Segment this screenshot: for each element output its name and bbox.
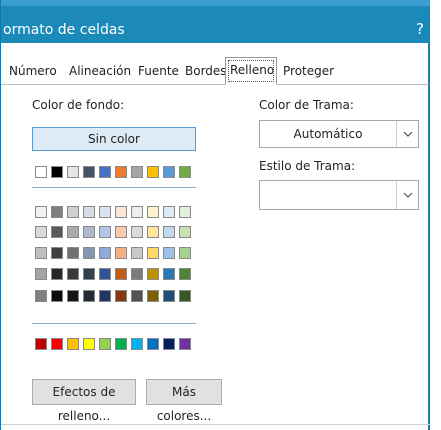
tab-fuente[interactable]: Fuente bbox=[134, 60, 183, 82]
theme-color-swatch-5[interactable] bbox=[115, 166, 127, 178]
theme-color-swatch-2[interactable] bbox=[67, 166, 79, 178]
theme-shade-swatch-r1-8[interactable] bbox=[163, 226, 175, 238]
standard-color-swatch-8[interactable] bbox=[163, 338, 175, 350]
theme-shade-swatch-r1-9[interactable] bbox=[179, 226, 191, 238]
theme-shade-swatch-r1-3[interactable] bbox=[83, 226, 95, 238]
theme-shade-swatch-r4-0[interactable] bbox=[35, 290, 47, 302]
title-bar-strip bbox=[1, 0, 430, 6]
pattern-style-dropdown[interactable] bbox=[259, 180, 419, 210]
theme-shade-swatch-r2-9[interactable] bbox=[179, 247, 191, 259]
theme-color-swatch-1[interactable] bbox=[51, 166, 63, 178]
theme-shade-swatch-r1-4[interactable] bbox=[99, 226, 111, 238]
tab-numero[interactable]: Número bbox=[5, 60, 61, 82]
theme-shade-swatch-r0-1[interactable] bbox=[51, 206, 63, 218]
pattern-color-value: Automático bbox=[293, 127, 363, 141]
theme-shade-swatch-r0-0[interactable] bbox=[35, 206, 47, 218]
chevron-down-icon[interactable] bbox=[396, 181, 418, 209]
pattern-color-label: Color de Trama: bbox=[259, 98, 354, 112]
palette-divider-top bbox=[32, 187, 196, 188]
theme-shade-swatch-r3-0[interactable] bbox=[35, 268, 47, 280]
theme-shade-swatch-r2-0[interactable] bbox=[35, 247, 47, 259]
theme-shade-swatch-r1-5[interactable] bbox=[115, 226, 127, 238]
theme-color-swatch-4[interactable] bbox=[99, 166, 111, 178]
theme-shade-swatch-r0-7[interactable] bbox=[147, 206, 159, 218]
no-color-button[interactable]: Sin color bbox=[32, 127, 196, 151]
theme-color-swatch-0[interactable] bbox=[35, 166, 47, 178]
theme-shade-swatch-r2-1[interactable] bbox=[51, 247, 63, 259]
theme-shade-swatch-r3-4[interactable] bbox=[99, 268, 111, 280]
theme-shade-swatch-r3-5[interactable] bbox=[115, 268, 127, 280]
standard-color-swatch-4[interactable] bbox=[99, 338, 111, 350]
pattern-style-label: Estilo de Trama: bbox=[259, 159, 356, 173]
chevron-down-icon[interactable] bbox=[396, 121, 418, 147]
theme-shade-swatch-r4-9[interactable] bbox=[179, 290, 191, 302]
theme-shade-swatch-r0-6[interactable] bbox=[131, 206, 143, 218]
theme-color-swatch-9[interactable] bbox=[179, 166, 191, 178]
theme-shade-swatch-r1-2[interactable] bbox=[67, 226, 79, 238]
theme-shade-swatch-r0-3[interactable] bbox=[83, 206, 95, 218]
tab-relleno[interactable]: Relleno bbox=[225, 57, 277, 85]
theme-shade-swatch-r0-2[interactable] bbox=[67, 206, 79, 218]
palette-divider-bottom bbox=[32, 323, 196, 324]
theme-shade-swatch-r2-4[interactable] bbox=[99, 247, 111, 259]
standard-color-swatch-7[interactable] bbox=[147, 338, 159, 350]
theme-shade-swatch-r0-9[interactable] bbox=[179, 206, 191, 218]
theme-shade-swatch-r4-6[interactable] bbox=[131, 290, 143, 302]
theme-color-swatch-6[interactable] bbox=[131, 166, 143, 178]
theme-shade-swatch-r4-2[interactable] bbox=[67, 290, 79, 302]
theme-shade-swatch-r2-8[interactable] bbox=[163, 247, 175, 259]
standard-color-swatch-5[interactable] bbox=[115, 338, 127, 350]
theme-shade-swatch-r0-8[interactable] bbox=[163, 206, 175, 218]
tab-strip: Número Alineación Fuente Bordes Relleno … bbox=[1, 57, 429, 85]
standard-color-swatch-9[interactable] bbox=[179, 338, 191, 350]
theme-shade-swatch-r3-8[interactable] bbox=[163, 268, 175, 280]
help-button[interactable]: ? bbox=[416, 20, 424, 38]
theme-shade-swatch-r0-4[interactable] bbox=[99, 206, 111, 218]
theme-shade-swatch-r3-9[interactable] bbox=[179, 268, 191, 280]
theme-shade-swatch-r4-4[interactable] bbox=[99, 290, 111, 302]
theme-shade-swatch-r3-3[interactable] bbox=[83, 268, 95, 280]
theme-shade-swatch-r4-5[interactable] bbox=[115, 290, 127, 302]
theme-shade-swatch-r2-2[interactable] bbox=[67, 247, 79, 259]
fill-effects-button[interactable]: Efectos de relleno... bbox=[32, 379, 136, 423]
theme-color-swatch-8[interactable] bbox=[163, 166, 175, 178]
standard-color-swatch-1[interactable] bbox=[51, 338, 63, 350]
theme-shade-swatch-r3-6[interactable] bbox=[131, 268, 143, 280]
theme-shade-swatch-r4-8[interactable] bbox=[163, 290, 175, 302]
dialog-bottom-edge bbox=[1, 424, 431, 425]
background-color-label: Color de fondo: bbox=[32, 98, 125, 112]
format-cells-dialog: ormato de celdas ? Número Alineación Fue… bbox=[0, 0, 431, 430]
theme-shade-swatch-r0-5[interactable] bbox=[115, 206, 127, 218]
theme-shade-swatch-r2-6[interactable] bbox=[131, 247, 143, 259]
theme-shade-swatch-r1-1[interactable] bbox=[51, 226, 63, 238]
theme-shade-swatch-r4-3[interactable] bbox=[83, 290, 95, 302]
pattern-style-value bbox=[260, 181, 396, 209]
theme-shade-swatch-r3-7[interactable] bbox=[147, 268, 159, 280]
more-colors-button[interactable]: Más colores... bbox=[146, 379, 222, 423]
standard-color-swatch-3[interactable] bbox=[83, 338, 95, 350]
theme-shade-swatch-r2-7[interactable] bbox=[147, 247, 159, 259]
standard-color-swatch-0[interactable] bbox=[35, 338, 47, 350]
standard-color-swatch-2[interactable] bbox=[67, 338, 79, 350]
title-bar: ormato de celdas ? bbox=[1, 0, 430, 43]
tab-alineacion[interactable]: Alineación bbox=[65, 60, 135, 82]
theme-shade-swatch-r3-2[interactable] bbox=[67, 268, 79, 280]
tab-proteger[interactable]: Proteger bbox=[279, 60, 338, 82]
standard-color-swatch-6[interactable] bbox=[131, 338, 143, 350]
dialog-title: ormato de celdas bbox=[3, 22, 125, 38]
theme-shade-swatch-r3-1[interactable] bbox=[51, 268, 63, 280]
theme-shade-swatch-r2-5[interactable] bbox=[115, 247, 127, 259]
theme-shade-swatch-r4-7[interactable] bbox=[147, 290, 159, 302]
theme-color-swatch-3[interactable] bbox=[83, 166, 95, 178]
theme-shade-swatch-r1-0[interactable] bbox=[35, 226, 47, 238]
theme-color-swatch-7[interactable] bbox=[147, 166, 159, 178]
tab-bordes[interactable]: Bordes bbox=[181, 60, 231, 82]
theme-shade-swatch-r2-3[interactable] bbox=[83, 247, 95, 259]
theme-shade-swatch-r4-1[interactable] bbox=[51, 290, 63, 302]
theme-shade-swatch-r1-7[interactable] bbox=[147, 226, 159, 238]
theme-shade-swatch-r1-6[interactable] bbox=[131, 226, 143, 238]
pattern-color-dropdown[interactable]: Automático bbox=[259, 120, 419, 148]
